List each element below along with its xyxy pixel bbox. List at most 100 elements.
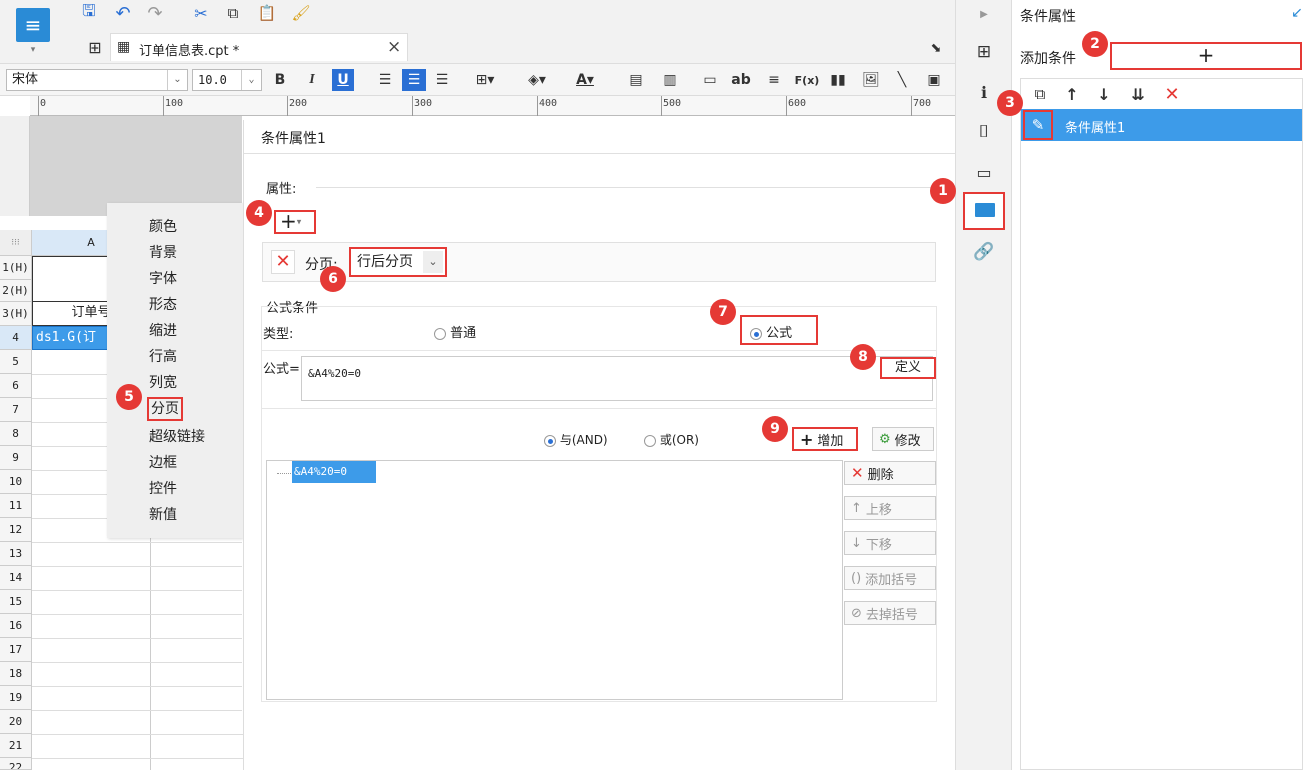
- row-header[interactable]: 12: [0, 518, 32, 542]
- paste-icon[interactable]: 📋: [256, 2, 278, 24]
- float-element-icon[interactable]: ⌷: [972, 120, 996, 144]
- row-header[interactable]: 4: [0, 326, 32, 350]
- underline-icon[interactable]: U: [332, 69, 354, 91]
- add-condition-button[interactable]: +: [1110, 42, 1302, 70]
- row-header[interactable]: 19: [0, 686, 32, 710]
- type-normal-radio[interactable]: 普通: [434, 322, 476, 341]
- menu-item-border[interactable]: 边框: [149, 451, 177, 475]
- row-header[interactable]: 3(H): [0, 302, 32, 326]
- format-painter-icon[interactable]: 🖌: [290, 2, 312, 24]
- slash-icon[interactable]: ╲: [892, 70, 912, 90]
- collapse-toolbar-icon[interactable]: ⬊: [926, 38, 946, 58]
- split-cells-icon[interactable]: ▥: [660, 70, 680, 90]
- move-down-button[interactable]: ↓ 下移: [844, 531, 936, 555]
- font-size-select[interactable]: 10.0 ⌄: [192, 69, 262, 91]
- edit-pencil-icon[interactable]: ✎: [1023, 110, 1053, 140]
- type-formula-radio[interactable]: 公式: [740, 315, 818, 345]
- delete-icon[interactable]: ✕: [1161, 83, 1183, 105]
- row-header[interactable]: 8: [0, 422, 32, 446]
- text-icon[interactable]: ab: [730, 70, 752, 90]
- row-header[interactable]: 21: [0, 734, 32, 758]
- redo-icon[interactable]: ↷: [144, 2, 166, 24]
- row-header[interactable]: 20: [0, 710, 32, 734]
- arrow-up-icon[interactable]: ↑: [1061, 83, 1083, 105]
- row-header[interactable]: 22: [0, 758, 32, 770]
- italic-icon[interactable]: I: [302, 70, 322, 90]
- menu-item-row-height[interactable]: 行高: [149, 345, 177, 369]
- menu-item-background[interactable]: 背景: [149, 241, 177, 265]
- or-radio[interactable]: 或(OR): [644, 431, 699, 448]
- menu-item-style[interactable]: 形态: [149, 293, 177, 317]
- delete-condition-button[interactable]: ✕ 删除: [844, 461, 936, 485]
- sheet-grid-icon[interactable]: ⊞: [84, 36, 106, 58]
- richtext-icon[interactable]: ≡: [764, 70, 784, 90]
- menu-item-font[interactable]: 字体: [149, 267, 177, 291]
- cell-element-icon[interactable]: ⊞: [972, 40, 996, 64]
- menu-item-column-width[interactable]: 列宽: [149, 371, 177, 395]
- font-color-icon[interactable]: A▾: [568, 70, 602, 90]
- row-header[interactable]: 2(H): [0, 280, 32, 302]
- undo-icon[interactable]: ↶: [112, 2, 134, 24]
- move-up-button[interactable]: ↑ 上移: [844, 496, 936, 520]
- merge-cells-icon[interactable]: ▤: [626, 70, 646, 90]
- row-header[interactable]: 6: [0, 374, 32, 398]
- condition-item[interactable]: &A4%20=0: [292, 461, 376, 483]
- image-icon[interactable]: 🖼: [860, 70, 882, 90]
- condition-list-item[interactable]: ✎ 条件属性1: [1021, 109, 1302, 141]
- and-radio[interactable]: 与(AND): [544, 431, 608, 448]
- copy-icon[interactable]: ⧉: [1029, 83, 1051, 105]
- fill-color-icon[interactable]: ◈▾: [520, 70, 554, 90]
- row-header[interactable]: 13: [0, 542, 32, 566]
- insert-line-icon[interactable]: ▭: [700, 70, 720, 90]
- remove-attribute-icon[interactable]: ✕: [271, 250, 295, 274]
- row-header[interactable]: 18: [0, 662, 32, 686]
- move-bottom-icon[interactable]: ⇊: [1125, 83, 1151, 105]
- arrow-down-icon[interactable]: ↓: [1093, 83, 1115, 105]
- add-bracket-button[interactable]: () 添加括号: [844, 566, 936, 590]
- menu-item-new-value[interactable]: 新值: [149, 503, 177, 527]
- row-header[interactable]: 10: [0, 470, 32, 494]
- pagebreak-select[interactable]: 行后分页 ⌄: [349, 247, 447, 277]
- formula-input[interactable]: &A4%20=0: [301, 356, 933, 401]
- row-header[interactable]: 7: [0, 398, 32, 422]
- collapse-panel-icon[interactable]: ↙: [1288, 4, 1306, 22]
- condition-list[interactable]: &A4%20=0: [266, 460, 843, 700]
- align-center-icon[interactable]: ☰: [402, 69, 426, 91]
- chart-icon[interactable]: ▮▮: [828, 70, 848, 90]
- template-dropdown-icon[interactable]: ▾: [26, 44, 40, 56]
- row-header[interactable]: 11: [0, 494, 32, 518]
- condition-attribute-tab[interactable]: [963, 192, 1005, 230]
- border-icon[interactable]: ⊞▾: [470, 70, 500, 90]
- add-attribute-button[interactable]: +▾: [274, 210, 316, 234]
- cut-icon[interactable]: ✂: [190, 2, 212, 24]
- row-header[interactable]: 14: [0, 566, 32, 590]
- row-header[interactable]: 15: [0, 590, 32, 614]
- remove-bracket-button[interactable]: ⊘ 去掉括号: [844, 601, 936, 625]
- hyperlink-icon[interactable]: 🔗: [972, 240, 996, 264]
- row-header[interactable]: 1(H): [0, 256, 32, 280]
- row-header[interactable]: 5: [0, 350, 32, 374]
- row-header[interactable]: 9: [0, 446, 32, 470]
- align-right-icon[interactable]: ☰: [432, 70, 452, 90]
- cell-attribute-icon[interactable]: ℹ: [972, 80, 996, 104]
- add-condition-button[interactable]: + 增加: [792, 427, 858, 451]
- font-family-select[interactable]: 宋体 ⌄: [6, 69, 188, 91]
- formula-icon[interactable]: F(x): [794, 70, 820, 90]
- menu-item-indent[interactable]: 缩进: [149, 319, 177, 343]
- align-left-icon[interactable]: ☰: [375, 70, 395, 90]
- row-header[interactable]: 16: [0, 614, 32, 638]
- save-icon[interactable]: 🖫: [78, 1, 100, 24]
- menu-item-hyperlink[interactable]: 超级链接: [149, 425, 205, 449]
- template-icon[interactable]: ≡: [16, 8, 50, 42]
- tab-close-icon[interactable]: ×: [387, 37, 401, 57]
- copy-icon[interactable]: ⧉: [222, 2, 244, 24]
- menu-item-widget[interactable]: 控件: [149, 477, 177, 501]
- tab-order-info[interactable]: ▦ 订单信息表.cpt * ×: [110, 33, 408, 61]
- row-header[interactable]: 17: [0, 638, 32, 662]
- widget-icon[interactable]: ▣: [924, 70, 944, 90]
- menu-item-page-break[interactable]: 分页: [147, 397, 183, 421]
- select-all-corner[interactable]: ⁝⁝⁝: [0, 230, 32, 256]
- modify-condition-button[interactable]: ⚙ 修改: [872, 427, 934, 451]
- widget-setting-icon[interactable]: ▭: [972, 160, 996, 184]
- define-button[interactable]: 定义: [880, 357, 936, 379]
